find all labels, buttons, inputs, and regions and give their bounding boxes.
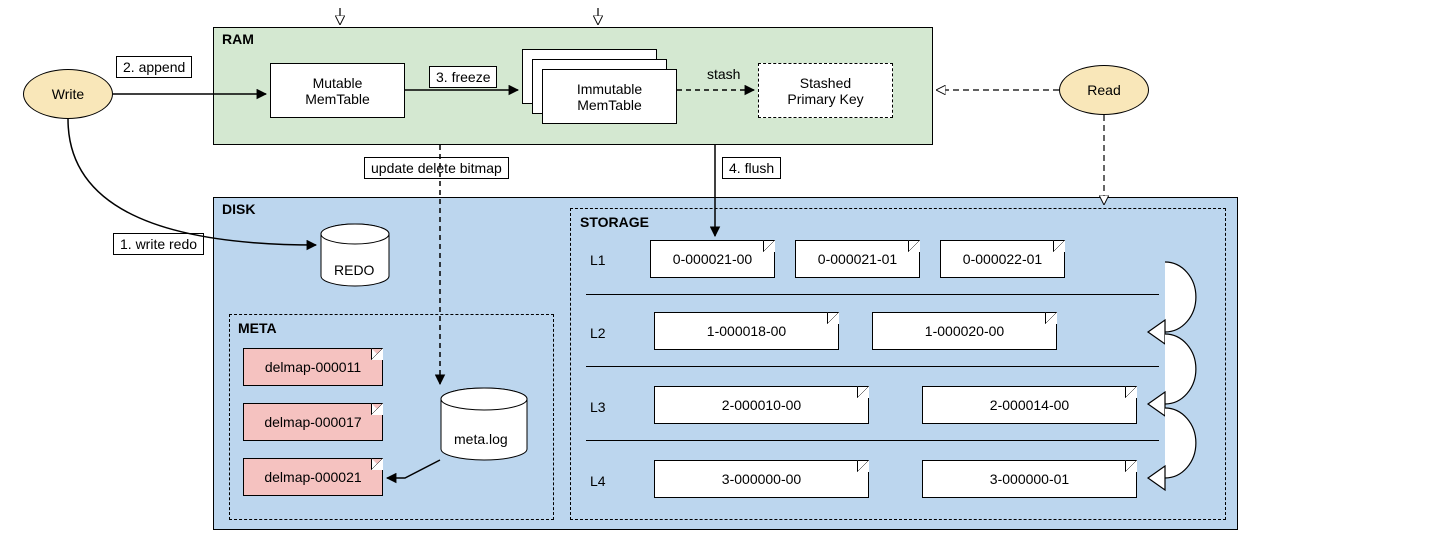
l1-file-1: 0-000021-01 [795, 240, 920, 278]
storage-title: STORAGE [580, 214, 649, 230]
l2-divider [586, 366, 1159, 367]
read-label: Read [1087, 82, 1120, 98]
l4-file-0: 3-000000-00 [654, 460, 869, 498]
write-label: Write [52, 86, 84, 102]
edge-label-update-delete-bitmap: update delete bitmap [364, 157, 509, 179]
disk-title: DISK [222, 201, 255, 217]
edge-label-append: 2. append [116, 56, 192, 78]
l1-file-2: 0-000022-01 [940, 240, 1065, 278]
edge-label-flush: 4. flush [722, 157, 781, 179]
read-node: Read [1059, 65, 1149, 115]
edge-label-freeze: 3. freeze [429, 66, 497, 88]
write-node: Write [23, 69, 113, 119]
l2-file-1: 1-000020-00 [872, 312, 1057, 350]
diagram-canvas: RAM DISK META STORAGE Write Read Mutable… [0, 0, 1440, 533]
delmap-file-1: delmap-000017 [243, 403, 383, 441]
delmap-file-0-label: delmap-000011 [265, 359, 361, 375]
l3-divider [586, 440, 1159, 441]
stashed-primary-key: Stashed Primary Key [758, 63, 893, 118]
delmap-file-2: delmap-000021 [243, 458, 383, 496]
level-l1: L1 [590, 252, 606, 268]
l3-file-0: 2-000010-00 [654, 386, 869, 424]
l1-divider [586, 294, 1159, 295]
edge-label-stash: stash [707, 66, 740, 82]
level-l3: L3 [590, 399, 606, 415]
l4-file-1: 3-000000-01 [922, 460, 1137, 498]
delmap-file-1-label: delmap-000017 [264, 414, 361, 430]
l2-file-0: 1-000018-00 [654, 312, 839, 350]
mutable-memtable: Mutable MemTable [270, 63, 405, 118]
l3-file-1: 2-000014-00 [922, 386, 1137, 424]
metalog-label: meta.log [454, 431, 508, 447]
delmap-file-0: delmap-000011 [243, 348, 383, 386]
metalog-cylinder [440, 387, 528, 461]
level-l2: L2 [590, 325, 606, 341]
edge-label-write-redo: 1. write redo [113, 233, 204, 255]
level-l4: L4 [590, 473, 606, 489]
l1-file-0: 0-000021-00 [650, 240, 775, 278]
redo-label: REDO [334, 262, 374, 278]
ram-title: RAM [222, 31, 254, 47]
delmap-file-2-label: delmap-000021 [264, 469, 361, 485]
meta-title: META [238, 320, 277, 336]
immutable-memtable: Immutable MemTable [542, 69, 677, 124]
